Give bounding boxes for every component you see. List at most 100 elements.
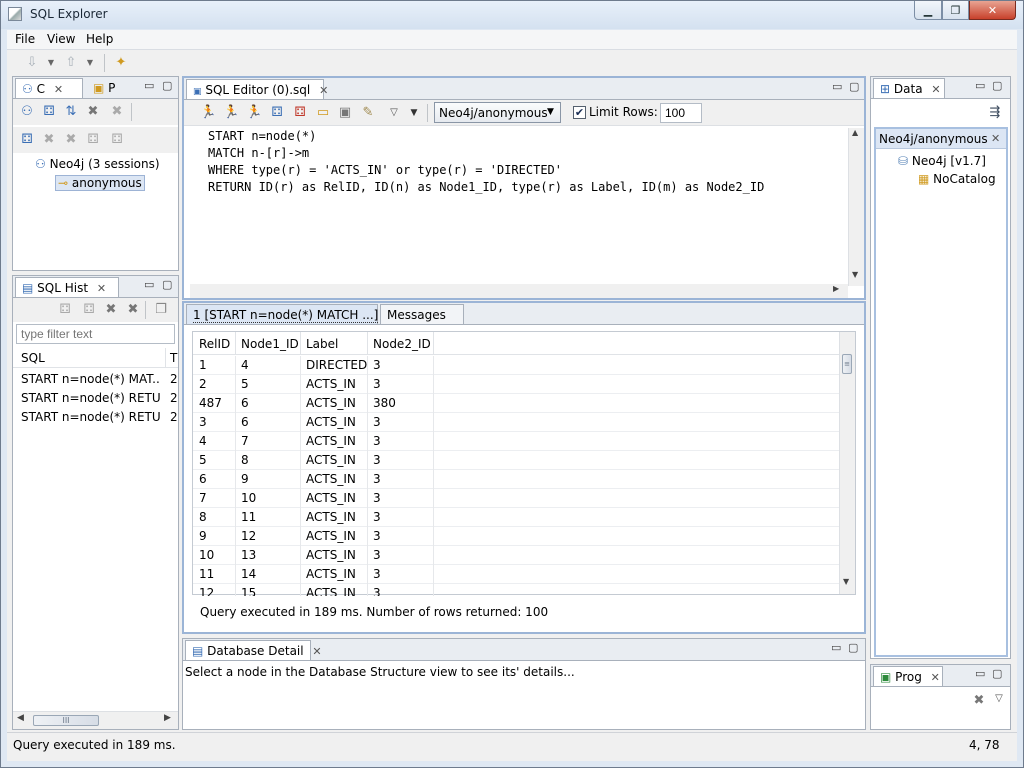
maximize-view-icon[interactable]: ▢ xyxy=(992,79,1002,92)
tab-messages[interactable]: Messages xyxy=(380,304,464,324)
close-tab-icon[interactable]: ✕ xyxy=(991,132,1000,145)
commit-icon[interactable]: ⚃ xyxy=(269,105,285,121)
scroll-up-icon[interactable]: ▲ xyxy=(852,128,858,137)
delete-icon[interactable]: ✖ xyxy=(41,132,57,148)
close-tab-icon[interactable]: ✕ xyxy=(97,282,106,295)
maximize-view-icon[interactable]: ▢ xyxy=(162,79,172,92)
close-connection-icon[interactable]: ✖ xyxy=(109,104,125,120)
scroll-down-icon[interactable]: ▼ xyxy=(852,270,858,279)
minimize-view-icon[interactable]: ▭ xyxy=(831,641,841,654)
maximize-view-icon[interactable]: ▢ xyxy=(162,278,172,291)
history-filter-input[interactable] xyxy=(16,324,175,344)
execute-history-icon[interactable]: ⚃ xyxy=(57,302,73,318)
tab-projects[interactable]: ▣ P xyxy=(87,78,131,98)
close-all-icon[interactable]: ✖ xyxy=(63,132,79,148)
table-row[interactable]: 6 9 ACTS_IN 3 xyxy=(193,470,839,489)
open-file-icon[interactable]: ▭ xyxy=(315,105,331,121)
menu-help[interactable]: Help xyxy=(82,32,117,46)
clear-icon[interactable]: ✎ xyxy=(360,105,376,121)
tab-data[interactable]: ⊞ Data ✕ xyxy=(873,78,945,98)
remove-history-icon[interactable]: ✖ xyxy=(103,302,119,318)
maximize-view-icon[interactable]: ▢ xyxy=(849,80,859,93)
column-sql[interactable]: SQL xyxy=(21,351,45,365)
column-header[interactable]: RelID xyxy=(199,337,230,351)
execute-export-icon[interactable]: 🏃 xyxy=(246,105,262,121)
editor-hscrollbar[interactable]: ▶ xyxy=(190,284,848,298)
view-menu-icon[interactable]: ▽ xyxy=(991,691,1007,707)
history-row-sql[interactable]: START n=node(*) RETU... xyxy=(21,410,161,424)
tree-item-neo4j[interactable]: ⚇ Neo4j (3 sessions) xyxy=(35,157,160,171)
clear-history-icon[interactable]: ✖ xyxy=(125,302,141,318)
close-tab-icon[interactable]: ✕ xyxy=(931,671,940,684)
column-header[interactable]: Label xyxy=(306,337,338,351)
minimize-view-icon[interactable]: ▭ xyxy=(832,80,842,93)
remove-finished-icon[interactable]: ✖ xyxy=(971,693,987,709)
execute-icon[interactable]: 🏃 xyxy=(200,105,216,121)
limit-rows-input[interactable] xyxy=(660,103,702,123)
close-window-button[interactable]: ✕ xyxy=(969,1,1016,20)
close-tab-icon[interactable]: ✕ xyxy=(312,645,321,658)
table-row[interactable]: 4 7 ACTS_IN 3 xyxy=(193,432,839,451)
table-row[interactable]: 11 14 ACTS_IN 3 xyxy=(193,565,839,584)
tab-connections[interactable]: ⚇ C ✕ xyxy=(15,78,83,98)
table-row[interactable]: 5 8 ACTS_IN 3 xyxy=(193,451,839,470)
minimize-view-icon[interactable]: ▭ xyxy=(144,278,154,291)
import-icon[interactable]: ⇩ xyxy=(24,55,40,71)
column-t[interactable]: T xyxy=(170,351,177,365)
history-row-sql[interactable]: START n=node(*) RETU... xyxy=(21,391,161,405)
execute-current-icon[interactable]: 🏃 xyxy=(223,105,239,121)
export-dropdown-icon[interactable]: ▼ xyxy=(82,55,98,71)
maximize-view-icon[interactable]: ▢ xyxy=(848,641,858,654)
tab-data-session[interactable]: Neo4j/anonymous ✕ xyxy=(876,129,1006,149)
table-row[interactable]: 8 11 ACTS_IN 3 xyxy=(193,508,839,527)
results-vscrollbar[interactable]: ≡ ▼ xyxy=(839,332,855,594)
commit-icon[interactable]: ⇅ xyxy=(63,104,79,120)
new-sql-icon[interactable]: ⚃ xyxy=(19,132,35,148)
menu-view[interactable]: View xyxy=(43,32,79,46)
append-editor-icon[interactable]: ⚃ xyxy=(81,302,97,318)
rollback-icon[interactable]: ⚃ xyxy=(85,132,101,148)
tab-progress[interactable]: ▣ Prog ✕ xyxy=(873,666,943,686)
copy-icon[interactable]: ❐ xyxy=(153,302,169,318)
maximize-view-icon[interactable]: ▢ xyxy=(992,667,1002,680)
tab-sql-editor[interactable]: ▣ SQL Editor (0).sql ✕ xyxy=(186,79,328,99)
table-row[interactable]: 3 6 ACTS_IN 3 xyxy=(193,413,839,432)
tab-result-1[interactable]: 1 [START n=node(*) MATCH ...] ✕ xyxy=(186,304,396,324)
table-row[interactable]: 487 6 ACTS_IN 380 xyxy=(193,394,839,413)
scroll-right-icon[interactable]: ▶ xyxy=(164,713,171,723)
refresh-icon[interactable]: ⚃ xyxy=(109,132,125,148)
column-header[interactable]: Node1_ID xyxy=(241,337,299,351)
sql-code-area[interactable]: START n=node(*) MATCH n-[r]->m WHERE typ… xyxy=(190,128,848,286)
table-row[interactable]: 10 13 ACTS_IN 3 xyxy=(193,546,839,565)
collapse-all-icon[interactable]: ⇶ xyxy=(987,105,1003,121)
open-perspective-icon[interactable]: ✦ xyxy=(113,55,129,71)
editor-vscrollbar[interactable]: ▲ ▼ xyxy=(848,128,864,286)
minimize-button[interactable]: ▁ xyxy=(914,1,942,20)
save-icon[interactable]: ▣ xyxy=(337,105,353,121)
table-row[interactable]: 2 5 ACTS_IN 3 xyxy=(193,375,839,394)
minimize-view-icon[interactable]: ▭ xyxy=(975,79,985,92)
history-hscrollbar[interactable]: ◀ III ▶ xyxy=(13,711,178,729)
export-icon[interactable]: ⇧ xyxy=(63,55,79,71)
close-tab-icon[interactable]: ✕ xyxy=(54,83,63,96)
column-header[interactable]: Node2_ID xyxy=(373,337,431,351)
tree-item-nocatalog[interactable]: ▦ NoCatalog xyxy=(918,172,996,186)
table-row[interactable]: 9 12 ACTS_IN 3 xyxy=(193,527,839,546)
new-session-icon[interactable]: ⚃ xyxy=(41,104,57,120)
menu-file[interactable]: File xyxy=(11,32,39,46)
close-tab-icon[interactable]: ✕ xyxy=(319,84,328,97)
tree-item-anonymous[interactable]: ⊸ anonymous xyxy=(55,175,145,191)
tab-database-detail[interactable]: ▤ Database Detail ✕ xyxy=(185,640,322,660)
tab-sql-history[interactable]: ▤ SQL Hist ✕ xyxy=(15,277,119,297)
scroll-thumb[interactable]: ≡ xyxy=(842,354,852,374)
table-row[interactable]: 7 10 ACTS_IN 3 xyxy=(193,489,839,508)
dropdown-icon[interactable]: ▼ xyxy=(406,105,422,121)
scroll-left-icon[interactable]: ◀ xyxy=(17,713,24,723)
tree-item-neo4j-version[interactable]: ⛁ Neo4j [v1.7] xyxy=(898,154,986,168)
minimize-view-icon[interactable]: ▭ xyxy=(975,667,985,680)
close-tab-icon[interactable]: ✕ xyxy=(931,83,940,96)
scroll-down-icon[interactable]: ▼ xyxy=(843,577,849,586)
disconnect-icon[interactable]: ✖ xyxy=(85,104,101,120)
scroll-right-icon[interactable]: ▶ xyxy=(833,284,839,293)
history-row-sql[interactable]: START n=node(*) MAT... xyxy=(21,372,161,386)
